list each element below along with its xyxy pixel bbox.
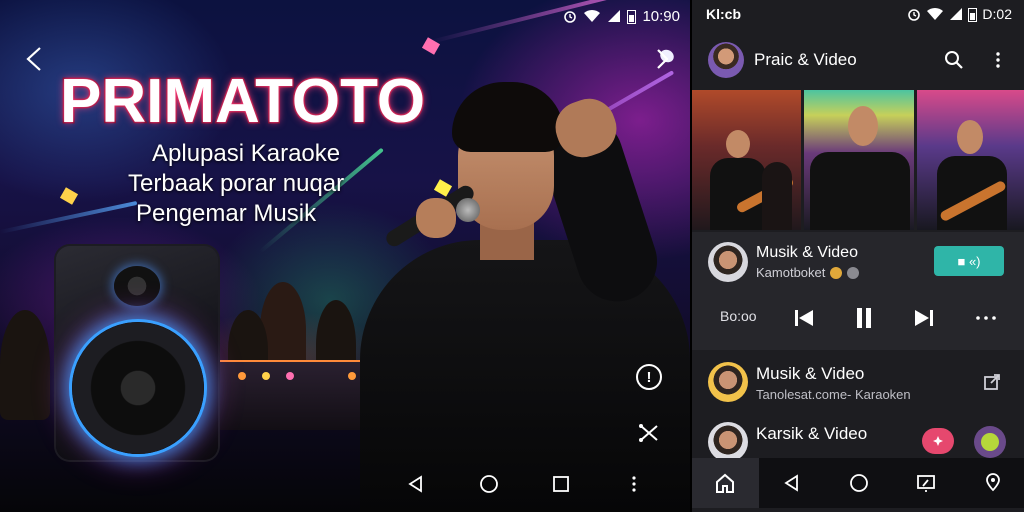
- signal-icon: [949, 7, 963, 21]
- confetti: [59, 187, 79, 205]
- speaker-image: [56, 246, 218, 460]
- promo-tagline-1: Aplupasi Karaoke: [152, 140, 341, 167]
- playback-time: Bo:oo: [720, 308, 757, 324]
- light-beam: [0, 200, 138, 234]
- nav-back-icon[interactable]: [759, 458, 826, 508]
- nav-home-icon[interactable]: [469, 464, 509, 504]
- home-icon[interactable]: [692, 458, 759, 508]
- status-bar: Kl:cb D:02: [692, 6, 1024, 26]
- performer-body: [810, 152, 911, 230]
- play-badge-icon[interactable]: [922, 428, 954, 454]
- now-playing-subtitle: Kamotboket: [756, 265, 860, 280]
- video-thumbnail[interactable]: [692, 90, 802, 230]
- nav-recents-icon[interactable]: [541, 464, 581, 504]
- video-thumbnail[interactable]: [804, 90, 914, 230]
- speaker-woofer: [72, 322, 204, 454]
- now-playing-title: Musik & Video: [756, 244, 858, 261]
- mixer-knob: [262, 372, 270, 380]
- avatar: [708, 362, 748, 402]
- location-pin-icon[interactable]: [959, 458, 1024, 508]
- cast-screen-icon[interactable]: [892, 458, 959, 508]
- wifi-icon: [926, 7, 944, 21]
- skip-next-icon[interactable]: [908, 302, 940, 334]
- list-item-title: Karsik & Video: [756, 424, 868, 443]
- performer-face: [848, 106, 879, 146]
- promo-panel: 10:90 PRIMATOTO Aplupasi Karaoke Terbaak…: [0, 0, 690, 512]
- player-controls: Bo:oo: [692, 298, 1024, 338]
- chevron-right-icon[interactable]: [648, 42, 676, 76]
- video-thumbnails: [692, 90, 1024, 230]
- more-vert-icon[interactable]: [984, 46, 1012, 74]
- app-title: Praic & Video: [754, 50, 857, 69]
- status-time: 10:90: [642, 7, 680, 25]
- exclamation-circle-icon[interactable]: !: [636, 364, 662, 390]
- signal-icon: [607, 9, 621, 23]
- nav-back-icon[interactable]: [396, 464, 436, 504]
- performer-face: [956, 120, 983, 154]
- now-playing-card: Musik & Video Kamotboket ■ «) Bo:oo: [692, 232, 1024, 350]
- list-item-subtitle: Tanolesat.come- Karaoken: [756, 387, 911, 402]
- mixer-knob: [238, 372, 246, 380]
- avatar: [708, 422, 748, 462]
- app-panel: Kl:cb D:02 Praic & Video Musik & Video K…: [690, 0, 1024, 512]
- cast-button[interactable]: ■ «): [934, 246, 1004, 276]
- grey-badge-icon: [847, 266, 860, 279]
- crowd-person: [0, 310, 50, 420]
- battery-icon: [627, 9, 637, 24]
- singer-mic-hand: [416, 198, 456, 238]
- nav-home-icon[interactable]: [826, 458, 893, 508]
- battery-icon: [968, 7, 978, 22]
- app-bar: Praic & Video: [692, 38, 1024, 82]
- microphone-head: [456, 198, 480, 222]
- search-icon[interactable]: [940, 46, 968, 74]
- nav-more-icon[interactable]: [614, 464, 654, 504]
- cast-button-label: ■ «): [957, 253, 981, 269]
- bottom-nav-bar: [692, 458, 1024, 508]
- alarm-icon: [563, 9, 577, 23]
- video-thumbnail[interactable]: [916, 90, 1024, 230]
- promo-tagline-2: Terbaak porar nuqar: [128, 170, 345, 197]
- status-bar: 10:90: [563, 6, 680, 26]
- share-icon[interactable]: [636, 420, 662, 446]
- status-time: D:02: [982, 6, 1012, 22]
- music-badge-icon[interactable]: [974, 426, 1006, 458]
- avatar[interactable]: [708, 242, 748, 282]
- back-arrow-icon[interactable]: [20, 42, 48, 76]
- mixer-knob: [286, 372, 294, 380]
- skip-previous-icon[interactable]: [788, 302, 820, 334]
- system-nav-bar: [380, 462, 670, 506]
- performer-body: [762, 162, 792, 230]
- performer-face: [726, 130, 750, 158]
- list-item[interactable]: Musik & Video Tanolesat.come- Karaoken: [692, 354, 1024, 412]
- pause-icon[interactable]: [848, 302, 880, 334]
- external-link-icon[interactable]: [978, 368, 1006, 396]
- alarm-icon: [907, 7, 921, 21]
- speaker-tweeter: [114, 266, 160, 306]
- more-horiz-icon[interactable]: [970, 302, 1002, 334]
- wifi-icon: [583, 9, 601, 23]
- now-playing-subtitle-text: Kamotboket: [756, 265, 826, 280]
- list-item-title: Musik & Video: [756, 364, 865, 383]
- singer-image: [360, 80, 690, 512]
- mixer-knob: [348, 372, 356, 380]
- gold-badge-icon: [830, 266, 843, 279]
- status-left-text: Kl:cb: [706, 6, 741, 22]
- promo-tagline-3: Pengemar Musik: [136, 200, 317, 227]
- singer-hair: [452, 82, 564, 152]
- avatar[interactable]: [708, 42, 744, 78]
